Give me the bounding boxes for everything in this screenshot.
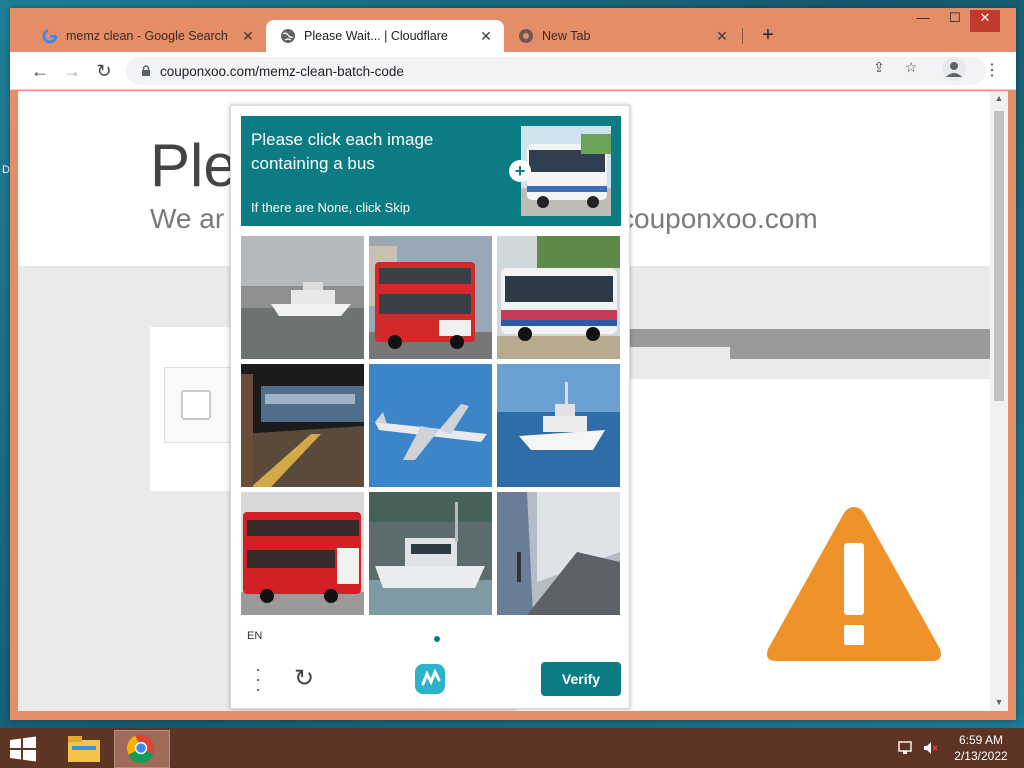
google-icon: [42, 28, 58, 44]
challenge-checkbox[interactable]: [181, 390, 211, 420]
network-icon[interactable]: [898, 740, 914, 756]
city-bus-image: [497, 236, 620, 359]
captcha-menu-icon[interactable]: · · ·: [251, 660, 265, 698]
clock-date: 2/13/2022: [954, 749, 1008, 763]
captcha-tile-3[interactable]: [497, 236, 620, 359]
captcha-header: Please click each image containing a bus…: [241, 116, 621, 226]
captcha-tile-8[interactable]: [369, 492, 492, 615]
airplane-image: [369, 364, 492, 487]
captcha-skip-hint: If there are None, click Skip: [251, 200, 410, 215]
browser-window: memz clean - Google Search ✕ Please Wait…: [10, 8, 1016, 720]
add-sample-icon: +: [509, 160, 531, 182]
tab-title: memz clean - Google Search: [66, 29, 228, 43]
warning-icon: [767, 507, 941, 661]
red-double-decker-bus-image: [241, 492, 364, 615]
person-icon: [946, 62, 962, 77]
chrome-icon: [519, 29, 533, 43]
file-explorer-icon: [68, 736, 100, 762]
page-scrollbar[interactable]: ▲ ▼: [990, 91, 1008, 711]
browser-menu-icon[interactable]: ⋮: [984, 61, 1000, 81]
chrome-icon: [126, 734, 155, 764]
address-bar[interactable]: couponxoo.com/memz-clean-batch-code: [126, 57, 986, 85]
tab-close-icon[interactable]: ✕: [714, 28, 730, 45]
captcha-tile-4[interactable]: [241, 364, 364, 487]
bookmark-star-icon[interactable]: ☆: [900, 56, 922, 78]
share-icon[interactable]: ⇪: [868, 56, 890, 78]
maximize-button[interactable]: ☐: [940, 10, 970, 32]
captcha-image-grid: [241, 236, 621, 616]
scroll-up-arrow-icon[interactable]: ▲: [994, 93, 1004, 103]
captcha-challenge: Please click each image containing a bus…: [230, 105, 630, 709]
train-platform-image: [241, 364, 364, 487]
taskbar: 6:59 AM 2/13/2022: [0, 728, 1024, 768]
reload-icon[interactable]: ↻: [92, 59, 116, 83]
new-tab-button[interactable]: +: [756, 24, 780, 47]
captcha-tile-1[interactable]: [241, 236, 364, 359]
train-station-image: [497, 492, 620, 615]
tab-cloudflare[interactable]: Please Wait... | Cloudflare ✕: [266, 20, 504, 52]
refresh-challenge-icon[interactable]: ↻: [289, 664, 319, 694]
browser-toolbar: ← → ↻ couponxoo.com/memz-clean-batch-cod…: [10, 52, 1016, 90]
tab-strip: memz clean - Google Search ✕ Please Wait…: [10, 8, 1016, 52]
page-subtitle: We ar: [150, 203, 225, 234]
page-domain-text: couponxoo.com: [620, 203, 818, 234]
minimize-button[interactable]: —: [908, 10, 938, 32]
clock-time: 6:59 AM: [958, 733, 1004, 747]
lock-icon: [142, 65, 150, 76]
scroll-down-arrow-icon[interactable]: ▼: [994, 697, 1004, 707]
progress-bar-fill: [730, 329, 990, 359]
captcha-tile-5[interactable]: [369, 364, 492, 487]
tab-separator: [742, 28, 743, 44]
scrollbar-thumb[interactable]: [994, 111, 1004, 401]
sample-bus-image: [521, 126, 611, 216]
volume-muted-icon[interactable]: [922, 740, 938, 756]
tab-title: New Tab: [542, 29, 591, 43]
captcha-tile-2[interactable]: [369, 236, 492, 359]
windows-start-icon[interactable]: [8, 736, 38, 762]
forward-arrow-icon[interactable]: →: [60, 59, 84, 83]
progress-bar-track: [610, 329, 750, 347]
captcha-tile-7[interactable]: [241, 492, 364, 615]
desktop-label: D: [2, 164, 10, 176]
taskbar-chrome[interactable]: [114, 730, 170, 768]
verify-button[interactable]: Verify: [541, 662, 621, 696]
taskbar-file-explorer[interactable]: [56, 730, 112, 768]
boat-image: [241, 236, 364, 359]
tab-google-search[interactable]: memz clean - Google Search ✕: [28, 20, 266, 52]
page-title: Ple: [150, 132, 237, 199]
globe-icon: [281, 29, 295, 43]
tab-title: Please Wait... | Cloudflare: [304, 29, 448, 43]
page-indicator-dot: [434, 636, 440, 642]
hcaptcha-logo-icon: [415, 664, 445, 694]
system-clock[interactable]: 6:59 AM 2/13/2022: [950, 732, 1012, 764]
captcha-footer: · · · ↻ Verify: [231, 654, 629, 710]
captcha-prompt: Please click each image containing a bus: [251, 130, 434, 173]
captcha-tile-9[interactable]: [497, 492, 620, 615]
motor-yacht-image: [497, 364, 620, 487]
profile-avatar-icon[interactable]: [942, 57, 966, 81]
tab-close-icon[interactable]: ✕: [240, 28, 256, 45]
captcha-tile-6[interactable]: [497, 364, 620, 487]
challenge-checkbox-container: [164, 367, 236, 443]
tab-close-icon[interactable]: ✕: [478, 28, 494, 45]
close-window-button[interactable]: ✕: [970, 10, 1000, 32]
page-viewport: Ple We ar couponxoo.com ▲ ▼ Please click…: [18, 91, 1008, 711]
language-selector[interactable]: EN: [247, 630, 262, 642]
red-double-decker-bus-image: [369, 236, 492, 359]
tab-new-tab[interactable]: New Tab ✕: [504, 20, 740, 52]
url-text: couponxoo.com/memz-clean-batch-code: [160, 63, 404, 79]
fishing-boat-image: [369, 492, 492, 615]
back-arrow-icon[interactable]: ←: [28, 59, 52, 83]
